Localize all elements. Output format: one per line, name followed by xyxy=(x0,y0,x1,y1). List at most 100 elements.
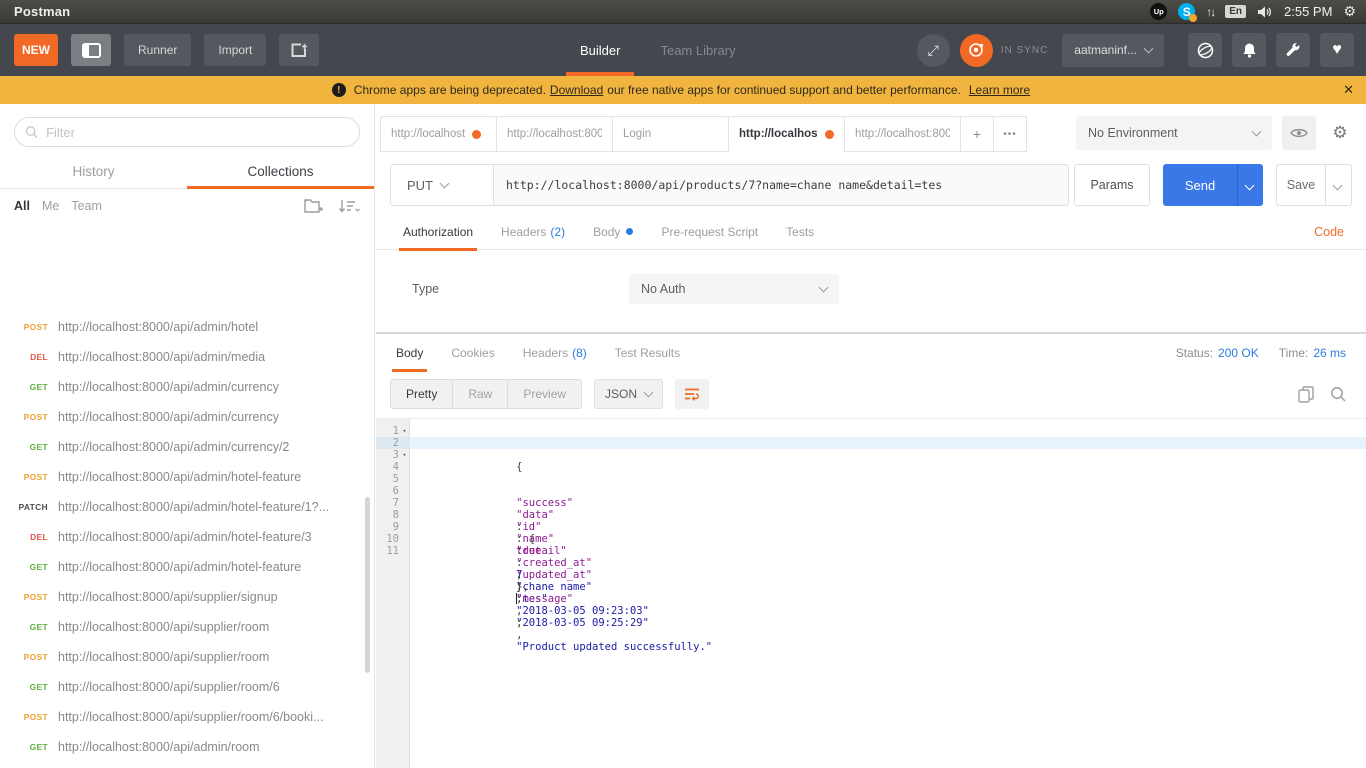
line-gutter[interactable]: 1 ▾ xyxy=(376,425,410,437)
ubuntu-one-icon[interactable]: Up xyxy=(1150,3,1167,20)
notifications-bell-icon[interactable] xyxy=(1232,33,1266,67)
scope-filter[interactable]: All xyxy=(14,199,30,213)
response-tab[interactable]: Body xyxy=(382,335,437,371)
collection-request-item[interactable]: POST http://localhost:8000/api/admin/cur… xyxy=(0,402,374,432)
fold-caret-icon[interactable]: ▾ xyxy=(399,425,410,437)
filter-input[interactable] xyxy=(46,125,349,140)
request-editor-tab[interactable]: Tests xyxy=(772,214,828,250)
capture-requests-icon[interactable]: ⤢ xyxy=(917,34,950,67)
sort-icon[interactable] xyxy=(338,199,360,214)
request-tab[interactable]: http://localhost:8000 xyxy=(496,116,613,152)
collection-request-item[interactable]: PATCH http://localhost:8000/api/admin/ho… xyxy=(0,492,374,522)
sidebar-tab[interactable]: Collections xyxy=(187,155,374,188)
scope-filter[interactable]: Team xyxy=(71,199,102,213)
settings-wrench-icon[interactable] xyxy=(1276,33,1310,67)
http-method-select[interactable]: PUT xyxy=(390,164,494,206)
search-response-icon[interactable] xyxy=(1330,386,1346,402)
request-editor-tab[interactable]: Headers (2) xyxy=(487,214,579,250)
fold-caret-icon[interactable]: ▾ xyxy=(399,449,410,461)
keyboard-layout-indicator[interactable]: En xyxy=(1225,5,1246,18)
banner-close-icon[interactable]: ✕ xyxy=(1343,82,1354,98)
import-button[interactable]: Import xyxy=(204,34,266,66)
request-tab[interactable]: Login xyxy=(612,116,729,152)
response-body-editor[interactable]: 1 ▾ { 2 xyxy=(376,418,1366,768)
fold-caret-icon[interactable] xyxy=(399,533,410,545)
line-gutter[interactable]: 5 xyxy=(376,473,410,485)
line-gutter[interactable]: 7 xyxy=(376,497,410,509)
auth-type-select[interactable]: No Auth xyxy=(629,274,839,304)
send-button[interactable]: Send xyxy=(1163,164,1237,206)
download-link[interactable]: Download xyxy=(550,83,603,97)
fold-caret-icon[interactable] xyxy=(399,437,410,449)
wrap-text-button[interactable] xyxy=(675,379,709,409)
sync-status-icon[interactable] xyxy=(960,34,993,67)
request-tab[interactable]: http://localhost xyxy=(728,116,845,152)
runner-button[interactable]: Runner xyxy=(124,34,191,66)
collection-request-item[interactable]: GET http://localhost:8000/api/supplier/r… xyxy=(0,612,374,642)
environment-select[interactable]: No Environment xyxy=(1076,116,1272,150)
request-editor-tab[interactable]: Authorization xyxy=(389,214,487,250)
collection-request-item[interactable]: POST http://localhost:8000/api/admin/hot… xyxy=(0,462,374,492)
request-tab[interactable]: http://localhost xyxy=(380,116,497,152)
sidebar-toggle-button[interactable] xyxy=(71,34,111,66)
line-gutter[interactable]: 9 xyxy=(376,521,410,533)
collection-request-item[interactable]: GET http://localhost:8000/api/supplier/r… xyxy=(0,672,374,702)
network-updown-icon[interactable]: ↑↓ xyxy=(1206,5,1214,19)
copy-icon[interactable] xyxy=(1298,386,1314,403)
request-editor-tab[interactable]: Pre-request Script xyxy=(647,214,772,250)
format-select[interactable]: JSON xyxy=(594,379,663,409)
system-clock[interactable]: 2:55 PM xyxy=(1284,4,1332,19)
collection-request-item[interactable]: GET http://localhost:8000/api/admin/hote… xyxy=(0,552,374,582)
skype-icon[interactable]: S xyxy=(1178,3,1195,20)
view-mode-button[interactable]: Raw xyxy=(452,380,507,408)
view-mode-button[interactable]: Pretty xyxy=(391,380,452,408)
new-button[interactable]: NEW xyxy=(14,34,58,66)
fold-caret-icon[interactable] xyxy=(399,485,410,497)
environment-preview-eye-icon[interactable] xyxy=(1282,116,1316,150)
save-button[interactable]: Save xyxy=(1276,164,1326,206)
fold-caret-icon[interactable] xyxy=(399,509,410,521)
collection-request-item[interactable]: POST http://localhost:8000/api/admin/hot… xyxy=(0,319,374,342)
collection-request-item[interactable]: DEL http://localhost:8000/api/admin/medi… xyxy=(0,342,374,372)
response-tab[interactable]: Headers (8) xyxy=(509,335,601,371)
request-url-input[interactable] xyxy=(494,164,1069,206)
collection-request-item[interactable]: POST http://localhost:8000/api/supplier/… xyxy=(0,702,374,732)
view-mode-button[interactable]: Preview xyxy=(507,380,581,408)
response-tab[interactable]: Cookies xyxy=(437,335,508,371)
line-gutter[interactable]: 11 xyxy=(376,545,410,557)
fold-caret-icon[interactable] xyxy=(399,521,410,533)
line-gutter[interactable]: 8 xyxy=(376,509,410,521)
nav-tab[interactable]: Team Library xyxy=(640,24,755,76)
new-window-button[interactable] xyxy=(279,34,319,66)
response-tab[interactable]: Test Results xyxy=(601,335,694,371)
collection-request-item[interactable]: GET http://localhost:8000/api/admin/room xyxy=(0,732,374,762)
params-button[interactable]: Params xyxy=(1074,164,1150,206)
collection-request-item[interactable]: DEL http://localhost:8000/api/admin/hote… xyxy=(0,522,374,552)
collection-request-item[interactable]: POST http://localhost:8000/api/supplier/… xyxy=(0,582,374,612)
tab-overflow-button[interactable]: ••• xyxy=(993,116,1027,152)
line-gutter[interactable]: 2 xyxy=(376,437,410,449)
request-tab[interactable]: http://localhost:8000 xyxy=(844,116,961,152)
nav-tab[interactable]: Builder xyxy=(560,24,640,76)
request-editor-tab[interactable]: Body xyxy=(579,214,647,250)
collection-request-item[interactable]: POST http://localhost:8000/api/supplier/… xyxy=(0,642,374,672)
browse-icon[interactable] xyxy=(1188,33,1222,67)
learn-more-link[interactable]: Learn more xyxy=(969,83,1030,97)
line-gutter[interactable]: 6 xyxy=(376,485,410,497)
session-menu-icon[interactable]: ⚙ xyxy=(1343,3,1356,20)
fold-caret-icon[interactable] xyxy=(399,497,410,509)
line-gutter[interactable]: 4 xyxy=(376,461,410,473)
save-options-button[interactable] xyxy=(1326,164,1352,206)
collection-request-item[interactable]: GET http://localhost:8000/api/admin/curr… xyxy=(0,372,374,402)
volume-icon[interactable] xyxy=(1257,5,1273,19)
heart-icon[interactable]: ♥ xyxy=(1320,33,1354,67)
collection-request-item[interactable]: GET http://localhost:8000/api/admin/curr… xyxy=(0,432,374,462)
sidebar-scrollbar[interactable] xyxy=(365,497,370,673)
fold-caret-icon[interactable] xyxy=(399,473,410,485)
add-tab-button[interactable]: + xyxy=(960,116,994,152)
environment-settings-gear-icon[interactable]: ⚙ xyxy=(1326,116,1354,150)
collection-request-item[interactable]: POST http://localhost:8000/api/admin/roo… xyxy=(0,762,374,768)
line-gutter[interactable]: 3 ▾ xyxy=(376,449,410,461)
fold-caret-icon[interactable] xyxy=(399,461,410,473)
sidebar-tab[interactable]: History xyxy=(0,155,187,188)
